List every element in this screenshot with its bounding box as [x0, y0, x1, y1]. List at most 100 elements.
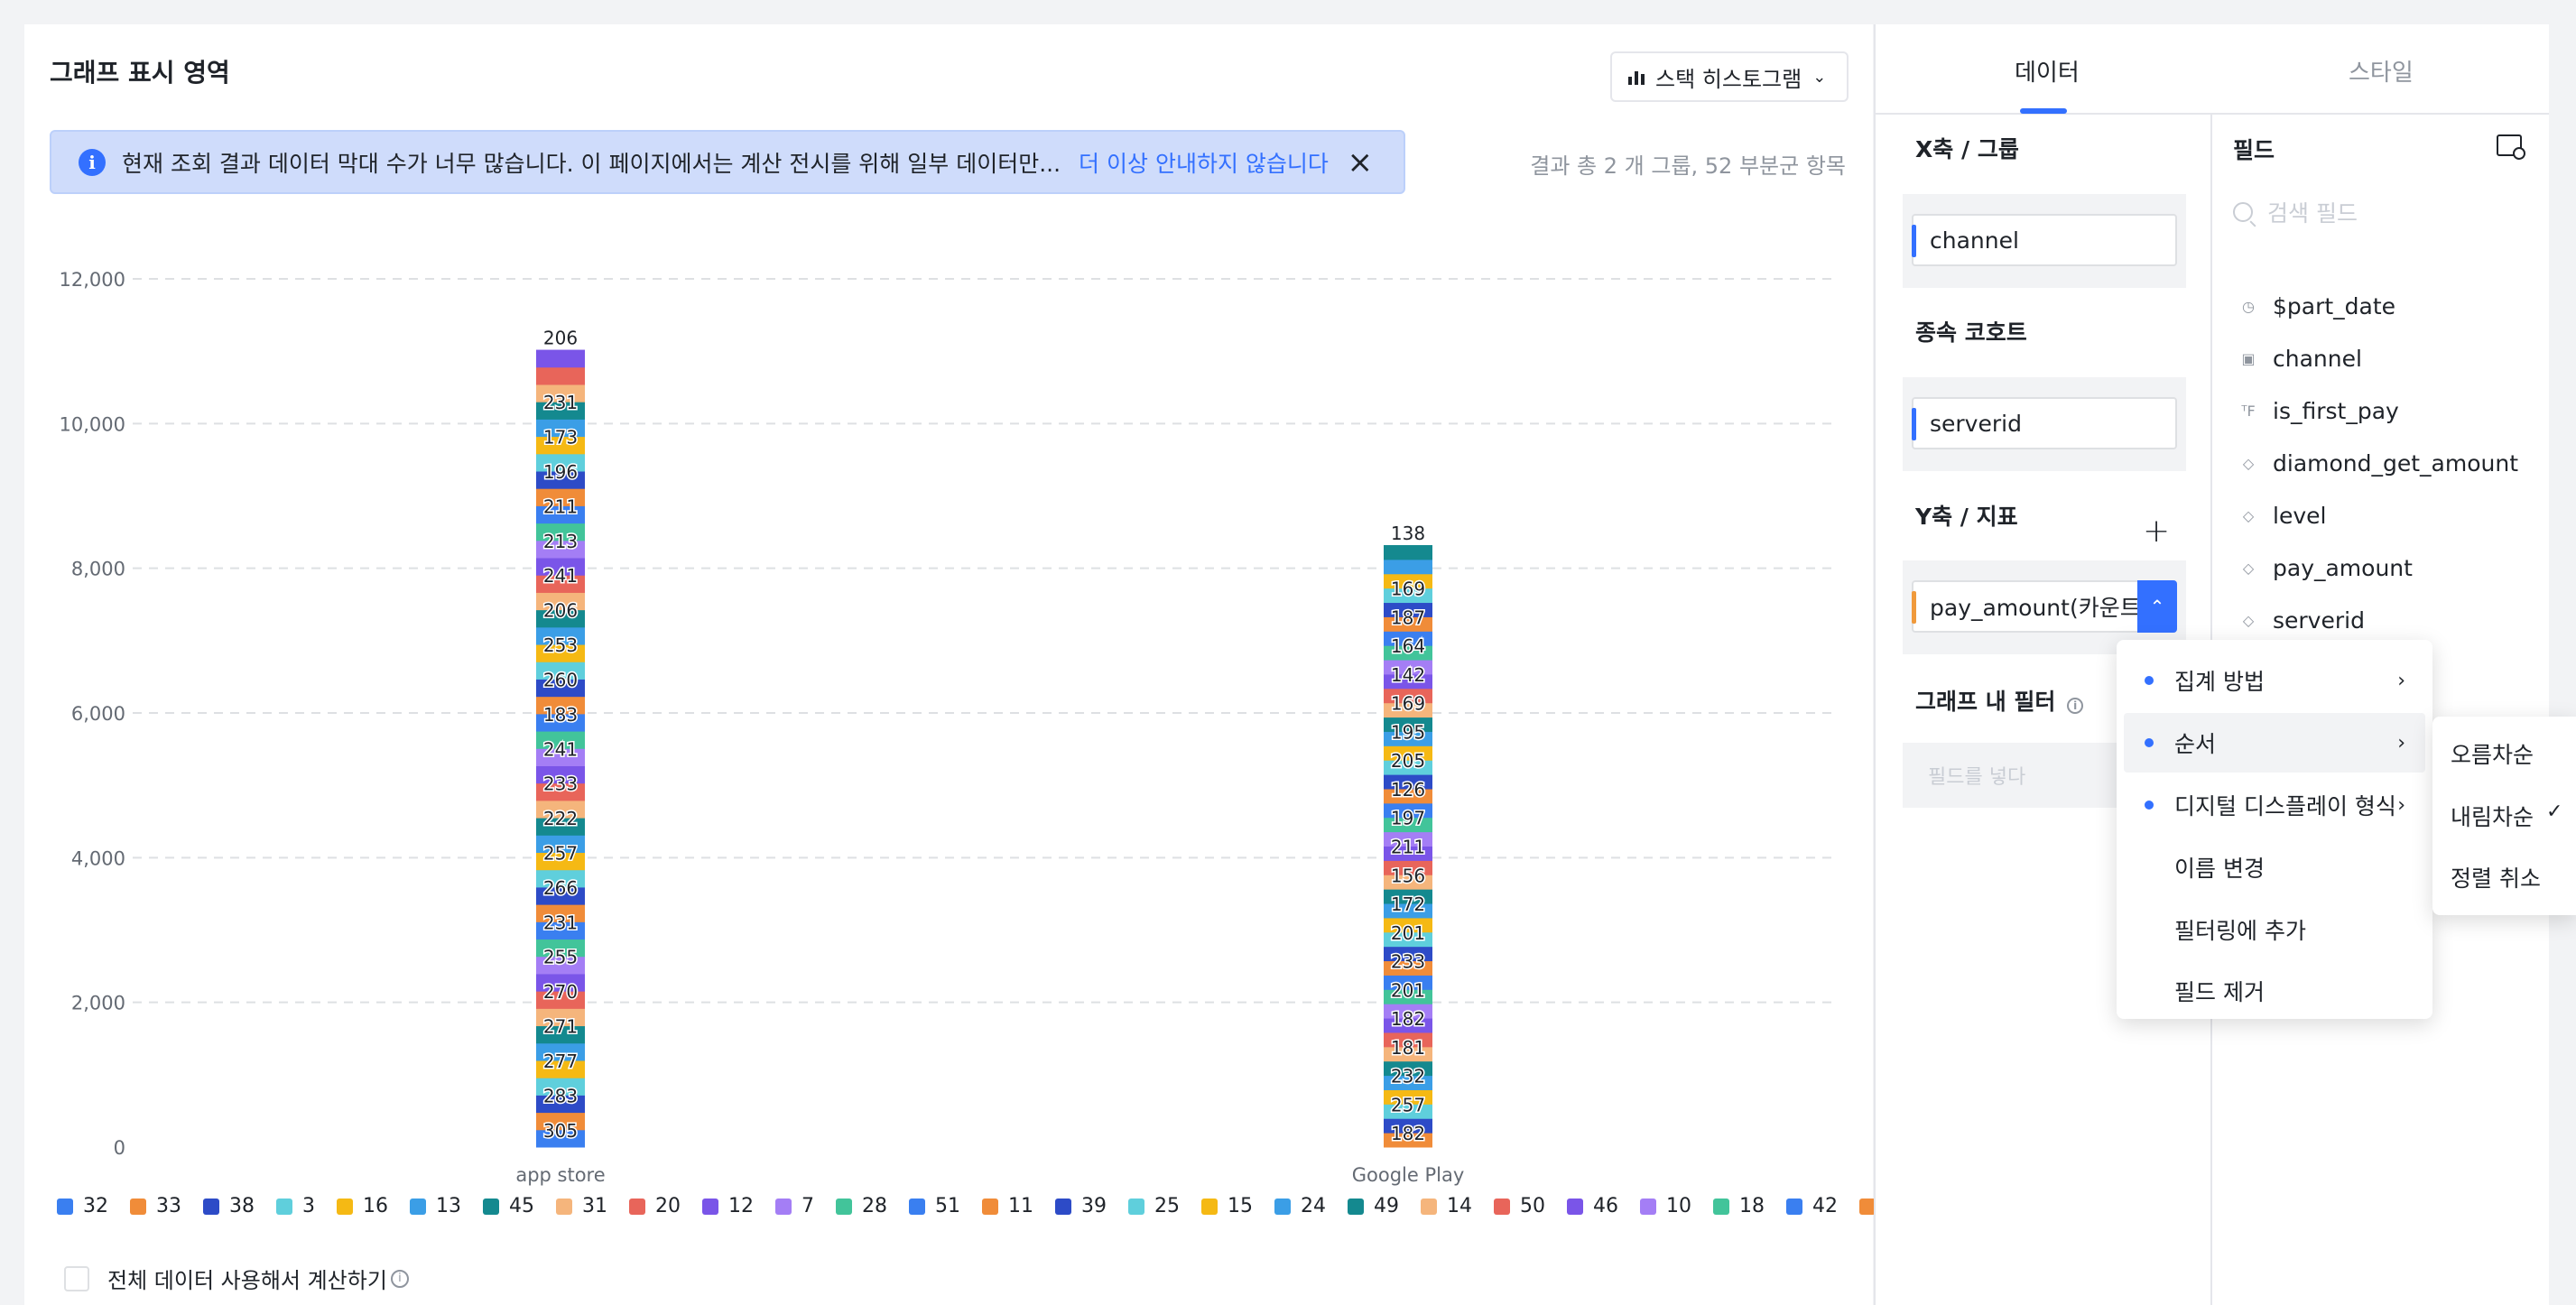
x-axis-field-pill[interactable]: channel	[1912, 214, 2177, 266]
field-item-channel[interactable]: ▣ channel	[2238, 346, 2362, 372]
field-search[interactable]: 검색 필드	[2233, 196, 2358, 228]
data-label: 206	[543, 600, 578, 622]
legend-label: 20	[655, 1195, 681, 1217]
menu-item-aggregation[interactable]: 집계 방법 ›	[2124, 651, 2425, 710]
menu-item-label: 디지털 디스플레이 형식	[2174, 793, 2396, 819]
legend-item[interactable]: 12	[702, 1195, 754, 1217]
legend-item[interactable]: 31	[556, 1195, 607, 1217]
sort-ascending[interactable]: 오름차순	[2451, 737, 2534, 770]
x-tick-label: app store	[515, 1164, 605, 1186]
legend-item[interactable]: 16	[337, 1195, 388, 1217]
legend-item[interactable]: 45	[483, 1195, 534, 1217]
legend-item[interactable]: 10	[1640, 1195, 1691, 1217]
close-icon[interactable]: ×	[1348, 147, 1374, 178]
field-settings-icon[interactable]	[2497, 134, 2525, 160]
field-item-diamond-get-amount[interactable]: ◇ diamond_get_amount	[2238, 450, 2518, 477]
menu-item-remove-field[interactable]: 필드 제거	[2124, 961, 2425, 1021]
menu-item-rename[interactable]: 이름 변경	[2124, 838, 2425, 897]
legend-item[interactable]: 46	[1567, 1195, 1618, 1217]
data-label: 241	[543, 565, 578, 587]
bar-total-label: 206	[543, 328, 578, 349]
legend-item[interactable]: 15	[1201, 1195, 1253, 1217]
data-label: 271	[543, 1016, 578, 1038]
chart-type-label: 스택 히스토그램	[1655, 66, 1802, 92]
data-label: 233	[543, 773, 578, 795]
boolean-type-icon: ᵀF	[2241, 403, 2256, 420]
legend-item[interactable]: 39	[1055, 1195, 1107, 1217]
legend-item[interactable]: 7	[775, 1195, 814, 1217]
legend-item[interactable]: 20	[629, 1195, 681, 1217]
full-data-checkbox[interactable]	[64, 1265, 89, 1291]
legend-swatch	[130, 1198, 146, 1215]
field-item-serverid[interactable]: ◇ serverid	[2238, 607, 2365, 634]
notice-message: 현재 조회 결과 데이터 막대 수가 너무 많습니다. 이 페이지에서는 계산 …	[122, 150, 1061, 177]
full-data-calc-option: 전체 데이터 사용해서 계산하기 i	[64, 1263, 409, 1294]
chart-type-select[interactable]: 스택 히스토그램 ⌄	[1610, 51, 1849, 102]
menu-item-add-filter[interactable]: 필터링에 추가	[2124, 900, 2425, 959]
legend-item[interactable]: 25	[1128, 1195, 1180, 1217]
legend-swatch	[1567, 1198, 1583, 1215]
menu-item-number-format[interactable]: 디지털 디스플레이 형식 ›	[2124, 775, 2425, 835]
legend-item[interactable]: 42	[1786, 1195, 1838, 1217]
legend-item[interactable]: 3	[276, 1195, 315, 1217]
y-axis-field-pill[interactable]: pay_amount(카운트) ⌃	[1912, 580, 2177, 633]
data-label: 253	[543, 634, 578, 656]
legend-item[interactable]: 28	[836, 1195, 887, 1217]
menu-item-label: 순서	[2174, 731, 2217, 757]
full-data-label: 전체 데이터 사용해서 계산하기	[107, 1268, 387, 1293]
field-name: diamond_get_amount	[2273, 450, 2519, 477]
dismiss-notice-link[interactable]: 더 이상 안내하지 않습니다	[1079, 146, 1329, 179]
data-label: 257	[1391, 1094, 1425, 1115]
sort-cancel[interactable]: 정렬 취소	[2451, 861, 2541, 893]
tab-style[interactable]: 스타일	[2349, 54, 2414, 88]
data-label: 196	[543, 461, 578, 483]
chevron-up-icon[interactable]: ⌃	[2137, 580, 2177, 633]
legend-item[interactable]: 33	[130, 1195, 181, 1217]
field-name: serverid	[2273, 607, 2365, 634]
data-label: 201	[1391, 922, 1425, 944]
data-label: 222	[543, 808, 578, 829]
number-type-icon: ◇	[2242, 560, 2255, 577]
field-item-is-first-pay[interactable]: ᵀF is_first_pay	[2238, 398, 2399, 424]
field-context-menu: 집계 방법 › 순서 › 디지털 디스플레이 형식 › 이름 변경 필터링에 추가 필…	[2117, 640, 2432, 1019]
legend-item[interactable]: 51	[909, 1195, 960, 1217]
legend-item[interactable]: 50	[1494, 1195, 1545, 1217]
add-metric-icon[interactable]: +	[2143, 515, 2170, 548]
info-circle-icon[interactable]: i	[2067, 698, 2084, 714]
legend-swatch	[556, 1198, 572, 1215]
menu-item-sort[interactable]: 순서 ›	[2124, 713, 2425, 773]
cohort-field-name: serverid	[1930, 410, 2022, 437]
bar-segment	[1384, 545, 1432, 560]
data-label: 182	[1391, 1123, 1425, 1144]
cohort-field-pill[interactable]: serverid	[1912, 397, 2177, 449]
field-name: level	[2273, 503, 2327, 529]
chart-legend: 32 33 38 3 16 13 45 31 20 12 7 28 51 11 39 25 15 24 49 14 50…	[57, 1195, 2025, 1217]
legend-item[interactable]: 13	[410, 1195, 461, 1217]
legend-swatch	[1494, 1198, 1510, 1215]
field-item-level[interactable]: ◇ level	[2238, 503, 2327, 529]
legend-item[interactable]: 38	[203, 1195, 255, 1217]
legend-swatch	[1640, 1198, 1656, 1215]
legend-item[interactable]: 24	[1274, 1195, 1326, 1217]
filter-label: 그래프 내 필터 i	[1915, 684, 2084, 717]
y-axis-field-name: pay_amount(카운트)	[1930, 595, 2150, 621]
sort-descending[interactable]: 내림차순	[2451, 800, 2534, 832]
data-label: 233	[1391, 951, 1425, 973]
field-item-pay-amount[interactable]: ◇ pay_amount	[2238, 555, 2413, 581]
legend-item[interactable]: 18	[1713, 1195, 1765, 1217]
legend-item[interactable]: 14	[1421, 1195, 1472, 1217]
legend-item[interactable]: 11	[982, 1195, 1033, 1217]
legend-item[interactable]: 32	[57, 1195, 108, 1217]
data-label: 232	[1391, 1066, 1425, 1088]
bar-segment	[536, 366, 585, 385]
filter-label-text: 그래프 내 필터	[1915, 689, 2056, 715]
tab-data[interactable]: 데이터	[2015, 54, 2080, 88]
legend-item[interactable]: 49	[1348, 1195, 1399, 1217]
data-label: 277	[543, 1050, 578, 1072]
legend-swatch	[1786, 1198, 1802, 1215]
field-item-part-date[interactable]: ◷ $part_date	[2238, 293, 2395, 319]
legend-swatch	[629, 1198, 645, 1215]
legend-label: 31	[582, 1195, 607, 1217]
info-circle-icon[interactable]: i	[390, 1269, 409, 1288]
bar-total-label: 138	[1391, 523, 1425, 544]
